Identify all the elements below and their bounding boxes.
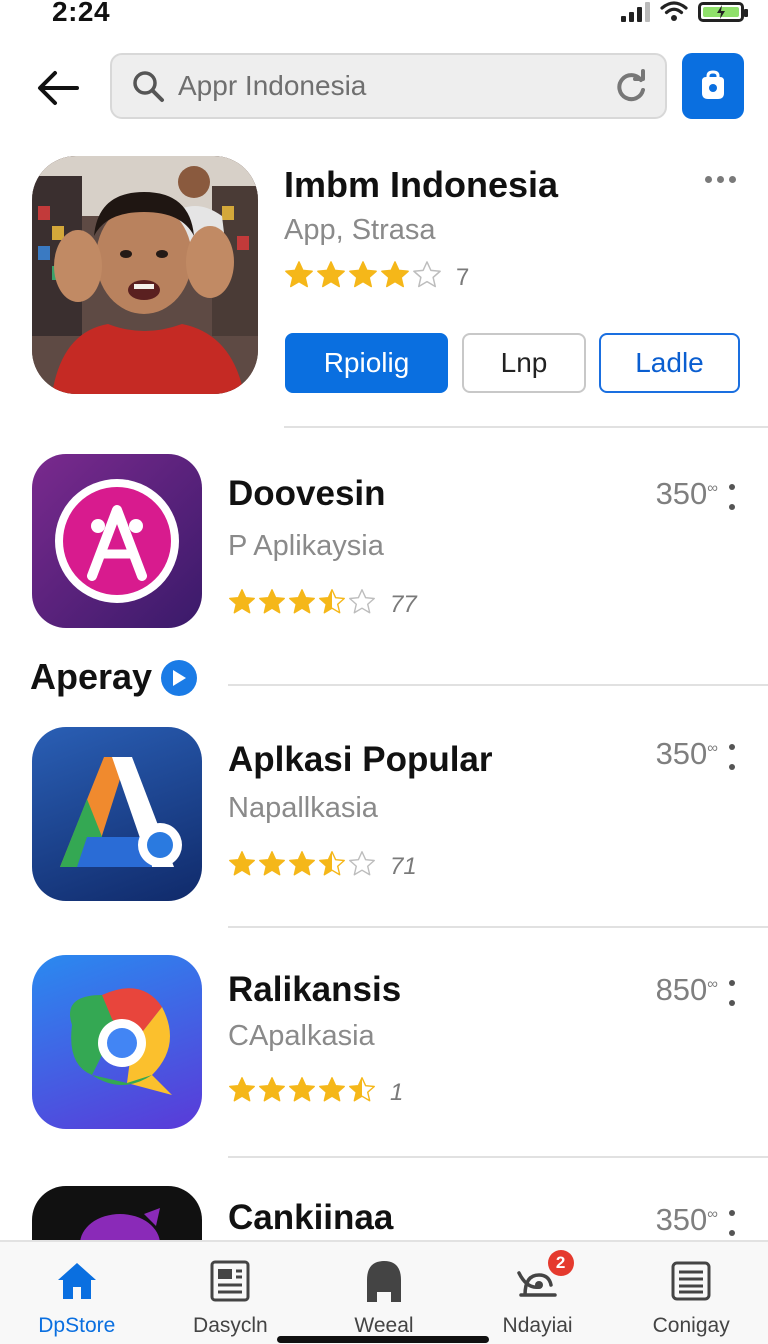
featured-tertiary-button[interactable]: Ladle [599, 333, 740, 393]
tab-label: Conigay [652, 1314, 730, 1337]
app-rating: 71 [228, 850, 417, 883]
star-icon [258, 850, 286, 883]
app-icon-doovesin[interactable] [32, 454, 202, 628]
app-price: 350∞ [655, 736, 718, 771]
app-subtitle: Napallkasia [228, 792, 378, 824]
status-icons [621, 0, 748, 22]
app-title[interactable]: Ralikansis [228, 970, 401, 1010]
star-icon [228, 1076, 256, 1109]
app-rating: 1 [228, 1076, 403, 1109]
status-time: 2:24 [52, 0, 111, 27]
app-price: 850∞ [655, 972, 718, 1007]
signal-icon [621, 2, 650, 22]
arrow-left-icon [38, 71, 79, 105]
star-icon [318, 588, 346, 621]
updates-icon: 2 [514, 1250, 574, 1306]
user-icon [360, 1256, 408, 1306]
battery-icon [698, 2, 748, 22]
star-icon [228, 850, 256, 883]
home-icon [53, 1256, 101, 1306]
star-icon [412, 260, 442, 295]
back-button[interactable] [30, 60, 86, 116]
divider [228, 684, 768, 686]
star-icon [348, 260, 378, 295]
divider [284, 426, 768, 428]
star-icon [288, 588, 316, 621]
star-icon [380, 260, 410, 295]
app-subtitle: P Aplikaysia [228, 530, 384, 562]
tab-label: Weeal [354, 1314, 414, 1337]
star-icon [316, 260, 346, 295]
list-icon [667, 1256, 715, 1306]
rating-count: 7 [456, 263, 470, 291]
notification-badge: 2 [547, 1250, 574, 1276]
star-rating [228, 1076, 378, 1109]
app-title[interactable]: Aplkasi Popular [228, 740, 493, 780]
home-indicator [277, 1336, 489, 1343]
tab-label: Ndayiai [502, 1314, 573, 1337]
tab-bar: DpStore Dasycln Weeal 2 Ndayiai Conigay [0, 1240, 768, 1344]
app-options-button[interactable] [726, 484, 738, 510]
search-icon [130, 68, 166, 104]
tab-label: Dasycln [193, 1314, 268, 1337]
app-title[interactable]: Doovesin [228, 474, 386, 514]
refresh-icon[interactable] [611, 66, 651, 106]
app-icon-ralikansis[interactable] [32, 955, 202, 1129]
star-icon [348, 588, 376, 621]
app-subtitle: CApalkasia [228, 1020, 375, 1052]
star-icon [318, 1076, 346, 1109]
tab-conigay[interactable]: Conigay [614, 1242, 768, 1344]
play-icon[interactable] [161, 660, 197, 696]
star-icon [288, 850, 316, 883]
featured-primary-button[interactable]: Rpiolig [285, 333, 448, 393]
star-rating [228, 850, 378, 883]
star-icon [288, 1076, 316, 1109]
featured-app-title[interactable]: Imbm Indonesia [284, 164, 558, 206]
search-input[interactable] [178, 70, 611, 102]
app-title[interactable]: Cankiinaa [228, 1198, 393, 1238]
bag-icon [702, 70, 724, 99]
app-options-button[interactable] [726, 1210, 738, 1236]
tab-weeal[interactable]: Weeal [307, 1242, 461, 1344]
more-options-button[interactable] [700, 164, 740, 194]
featured-app-subtitle: App, Strasa [284, 214, 436, 246]
app-price: 350∞ [655, 476, 718, 511]
star-icon [228, 588, 256, 621]
tab-updates[interactable]: 2 Ndayiai [461, 1242, 615, 1344]
featured-rating: 7 [284, 260, 469, 295]
star-icon [258, 588, 286, 621]
wifi-icon [660, 1, 688, 21]
star-rating [284, 260, 444, 295]
divider [228, 1156, 768, 1158]
app-icon-aplkasi-popular[interactable] [32, 727, 202, 901]
search-bar[interactable] [110, 53, 667, 119]
star-rating [228, 588, 378, 621]
star-icon [284, 260, 314, 295]
tab-dasycln[interactable]: Dasycln [154, 1242, 308, 1344]
star-icon [348, 850, 376, 883]
tab-label: DpStore [38, 1314, 116, 1337]
app-options-button[interactable] [726, 980, 738, 1006]
rating-count: 77 [390, 590, 417, 618]
newspaper-icon [206, 1256, 254, 1306]
app-price: 350∞ [655, 1202, 718, 1237]
star-icon [318, 850, 346, 883]
app-rating: 77 [228, 588, 417, 621]
rating-count: 71 [390, 852, 417, 880]
store-action-button[interactable] [682, 53, 744, 119]
star-icon [258, 1076, 286, 1109]
app-icon-cankiinaa[interactable] [32, 1186, 202, 1242]
section-title[interactable]: Aperay [30, 656, 152, 698]
featured-app-icon[interactable] [32, 156, 258, 394]
divider [228, 926, 768, 928]
star-icon [348, 1076, 376, 1109]
status-bar: 2:24 [0, 0, 768, 34]
rating-count: 1 [390, 1078, 404, 1106]
featured-secondary-button[interactable]: Lnp [462, 333, 586, 393]
app-options-button[interactable] [726, 744, 738, 770]
tab-store[interactable]: DpStore [0, 1242, 154, 1344]
